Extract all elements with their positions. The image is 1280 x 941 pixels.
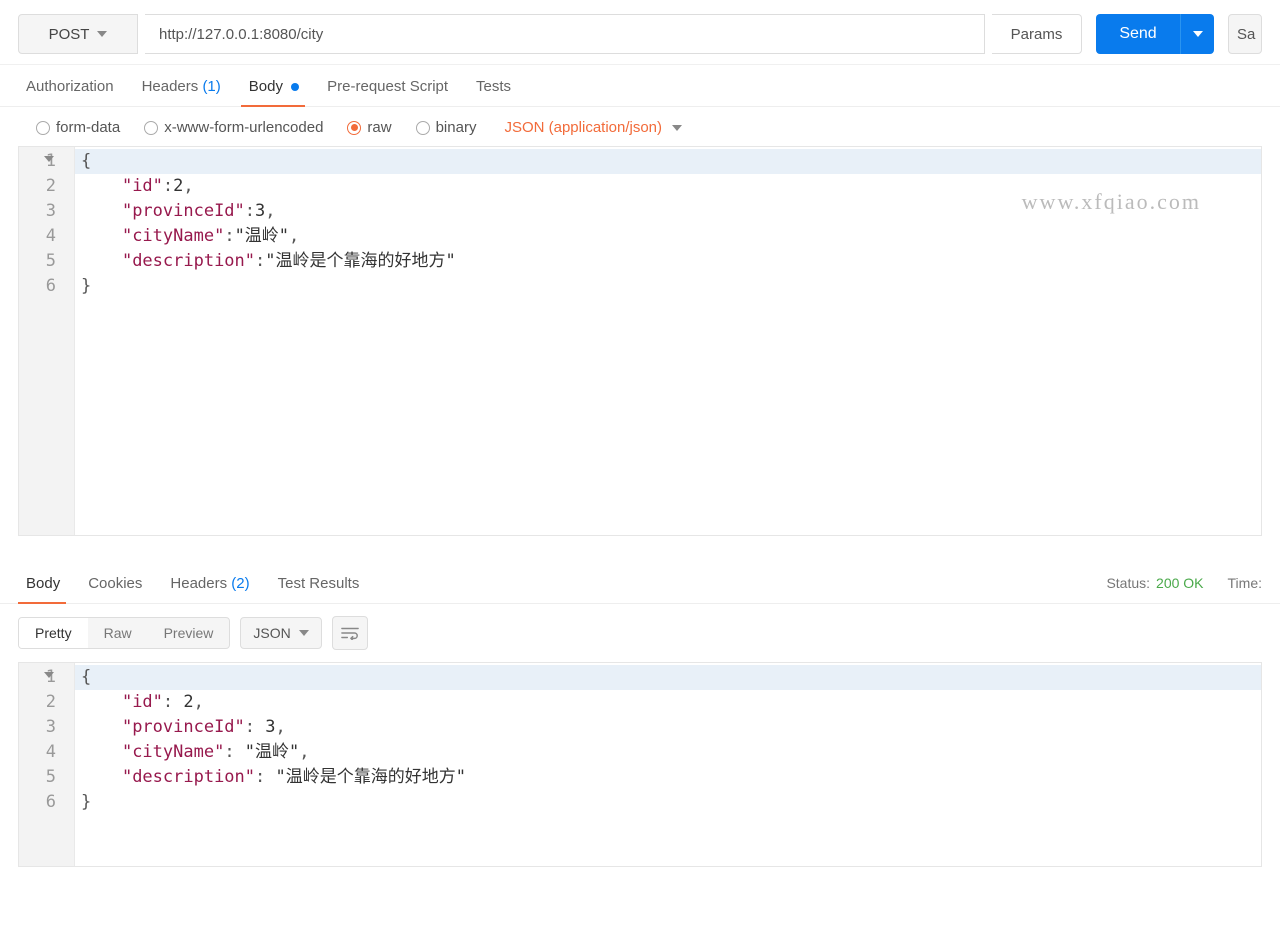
request-body-editor[interactable]: 123456 { "id":2, "provinceId":3, "cityNa… <box>18 146 1262 536</box>
modified-dot-icon <box>291 83 299 91</box>
chevron-down-icon <box>672 125 682 131</box>
content-type-label: JSON (application/json) <box>504 119 662 136</box>
response-tabs-row: Body Cookies Headers (2) Test Results St… <box>0 562 1280 604</box>
tab-headers-label: Headers <box>142 78 199 95</box>
radio-icon <box>144 121 158 135</box>
radio-urlencoded[interactable]: x-www-form-urlencoded <box>144 119 323 136</box>
request-tabs: Authorization Headers (1) Body Pre-reque… <box>0 65 1280 107</box>
resp-tab-body[interactable]: Body <box>18 562 80 603</box>
response-format-select[interactable]: JSON <box>240 617 321 649</box>
tab-headers[interactable]: Headers (1) <box>134 65 241 106</box>
view-mode-group: Pretty Raw Preview <box>18 617 230 649</box>
body-type-options: form-data x-www-form-urlencoded raw bina… <box>0 107 1280 146</box>
resp-tab-headers[interactable]: Headers (2) <box>162 562 269 603</box>
tab-body[interactable]: Body <box>241 65 319 106</box>
tab-headers-count: (1) <box>202 78 220 95</box>
resp-tab-headers-count: (2) <box>231 575 249 592</box>
tab-tests[interactable]: Tests <box>468 65 531 106</box>
response-toolbar: Pretty Raw Preview JSON <box>0 604 1280 662</box>
response-format-label: JSON <box>253 625 290 641</box>
content-type-select[interactable]: JSON (application/json) <box>504 119 682 136</box>
resp-tab-cookies[interactable]: Cookies <box>80 562 162 603</box>
wrap-icon <box>341 626 359 640</box>
resp-tab-headers-label: Headers <box>170 575 227 592</box>
view-pretty[interactable]: Pretty <box>19 618 88 648</box>
response-status: Status: 200 OK Time: <box>1106 575 1262 591</box>
chevron-down-icon <box>299 630 309 636</box>
response-body-editor[interactable]: 123456 { "id": 2, "provinceId": 3, "city… <box>18 662 1262 867</box>
status-label: Status: <box>1106 575 1150 591</box>
request-bar: POST Params Send Sa <box>0 0 1280 65</box>
radio-icon <box>36 121 50 135</box>
view-raw[interactable]: Raw <box>88 618 148 648</box>
radio-icon <box>416 121 430 135</box>
resp-tab-testresults[interactable]: Test Results <box>270 562 380 603</box>
status-code: 200 OK <box>1156 575 1203 591</box>
url-input[interactable] <box>145 14 985 54</box>
tab-prerequest[interactable]: Pre-request Script <box>319 65 468 106</box>
tab-authorization[interactable]: Authorization <box>18 65 134 106</box>
chevron-down-icon <box>97 31 107 37</box>
radio-icon <box>347 121 361 135</box>
line-gutter: 123456 <box>19 663 75 866</box>
send-button[interactable]: Send <box>1096 14 1180 54</box>
response-body-code: { "id": 2, "provinceId": 3, "cityName": … <box>81 665 1261 815</box>
request-body-code: { "id":2, "provinceId":3, "cityName":"温岭… <box>81 149 1261 299</box>
chevron-down-icon <box>1193 31 1203 37</box>
tab-body-label: Body <box>249 78 283 95</box>
wrap-lines-button[interactable] <box>332 616 368 650</box>
time-label: Time: <box>1228 575 1262 591</box>
radio-form-data[interactable]: form-data <box>36 119 120 136</box>
save-button[interactable]: Sa <box>1228 14 1262 54</box>
params-button[interactable]: Params <box>992 14 1082 54</box>
radio-binary[interactable]: binary <box>416 119 477 136</box>
send-dropdown[interactable] <box>1180 14 1214 54</box>
radio-raw[interactable]: raw <box>347 119 391 136</box>
http-method-label: POST <box>49 26 90 43</box>
http-method-select[interactable]: POST <box>18 14 138 54</box>
line-gutter: 123456 <box>19 147 75 535</box>
view-preview[interactable]: Preview <box>148 618 230 648</box>
